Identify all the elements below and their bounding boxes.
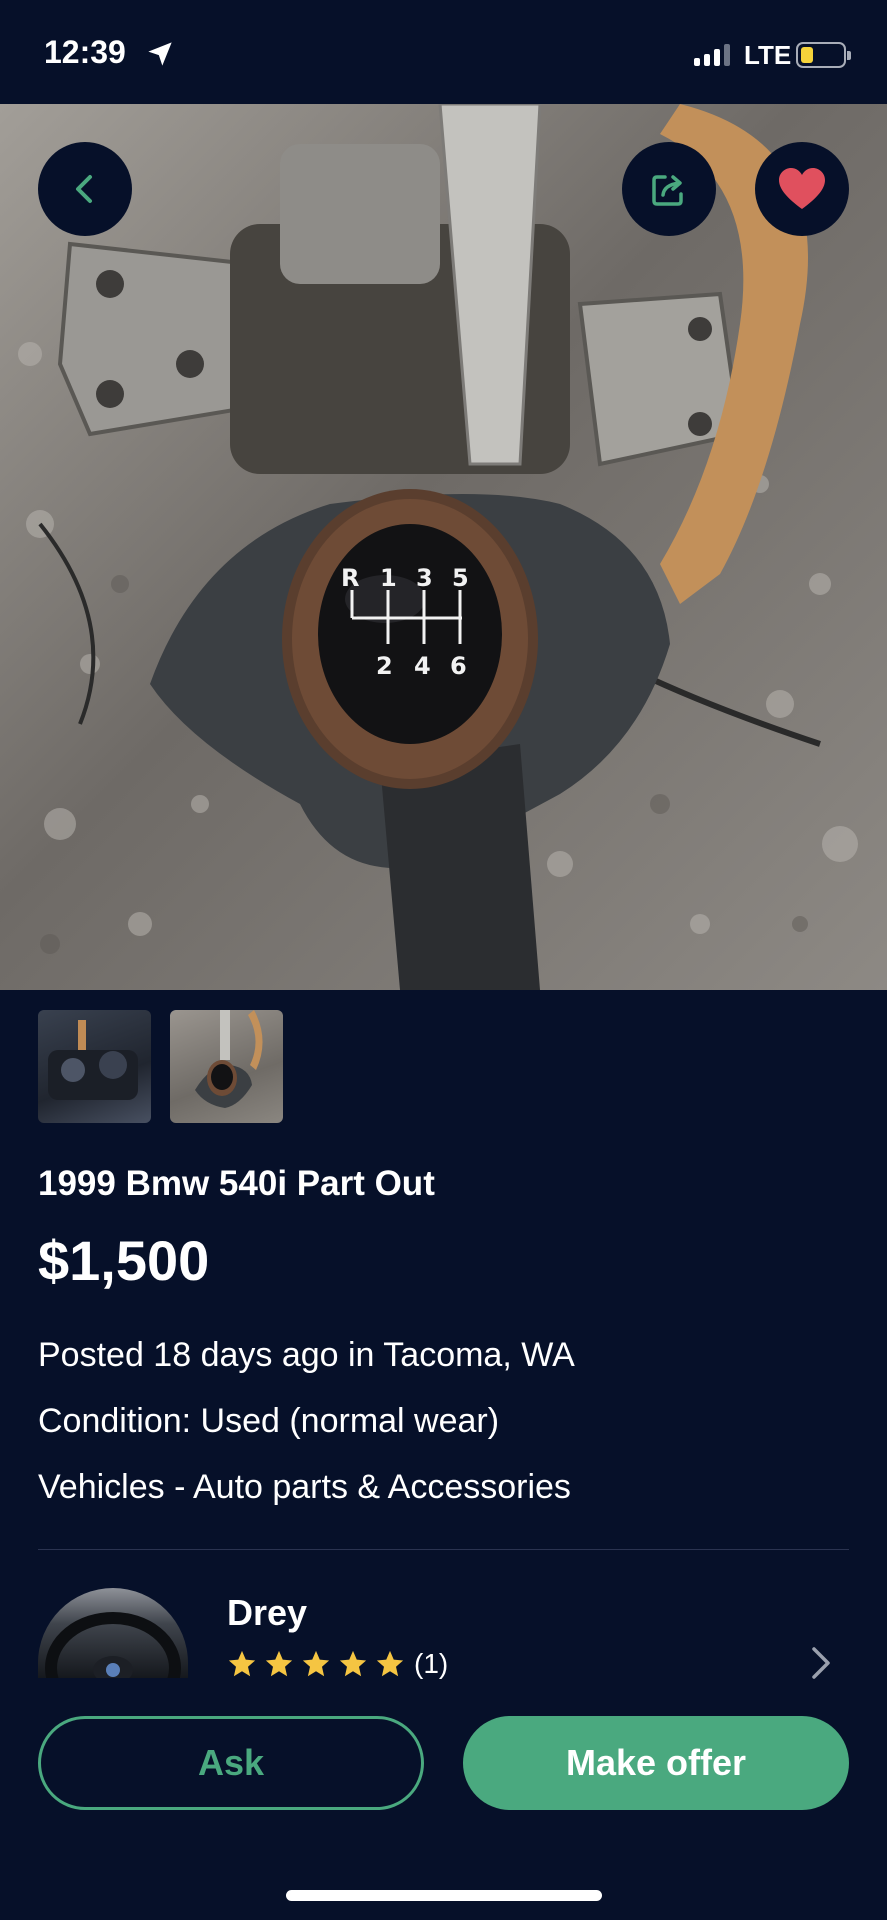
share-icon (652, 175, 683, 206)
share-button[interactable] (622, 142, 716, 236)
star-icon (228, 1650, 256, 1677)
seller-avatar[interactable] (38, 1588, 188, 1678)
listing-main-photo[interactable]: R 1 3 5 2 4 6 (0, 104, 887, 990)
shift-label-r: R (341, 564, 359, 592)
shift-label-4: 4 (414, 652, 431, 680)
shift-label-5: 5 (452, 564, 469, 592)
chevron-right-icon[interactable] (808, 1644, 834, 1682)
star-icon (376, 1650, 404, 1677)
back-button[interactable] (38, 142, 132, 236)
heart-icon (779, 168, 825, 209)
make-offer-button[interactable]: Make offer (463, 1716, 849, 1810)
listing-price: $1,500 (38, 1229, 210, 1292)
listing-title: 1999 Bmw 540i Part Out (38, 1164, 435, 1203)
chevron-left-icon (76, 175, 92, 203)
posted-info: Posted 18 days ago in Tacoma, WA (38, 1336, 575, 1374)
rating-count: (1) (414, 1648, 449, 1679)
section-divider (38, 1549, 849, 1550)
thumbnail-photo-1[interactable] (38, 1010, 151, 1123)
seller-name[interactable]: Drey (227, 1592, 307, 1634)
gear-shifter-photo: R 1 3 5 2 4 6 (18, 104, 858, 990)
battery-icon (796, 42, 851, 68)
shifter-thumbnail-image (195, 1010, 263, 1108)
status-time: 12:39 (44, 34, 126, 70)
star-icon (339, 1650, 367, 1677)
condition-info: Condition: Used (normal wear) (38, 1402, 500, 1440)
location-arrow-icon (148, 42, 172, 66)
shift-label-6: 6 (450, 652, 467, 680)
engine-parts-thumbnail-image (48, 1020, 138, 1100)
home-indicator[interactable] (286, 1890, 602, 1901)
signal-strength-icon (694, 44, 730, 66)
favorite-button[interactable] (755, 142, 849, 236)
network-type: LTE (744, 40, 792, 70)
shift-label-1: 1 (380, 564, 397, 592)
shift-label-2: 2 (376, 652, 393, 680)
seller-rating: (1) (227, 1648, 448, 1680)
star-icon (265, 1650, 293, 1677)
star-icon (302, 1650, 330, 1677)
shift-label-3: 3 (416, 564, 433, 592)
category-info[interactable]: Vehicles - Auto parts & Accessories (38, 1468, 571, 1507)
ask-button[interactable]: Ask (38, 1716, 424, 1810)
thumbnail-photo-2[interactable] (170, 1010, 283, 1123)
steering-wheel-avatar-image (45, 1612, 181, 1678)
status-bar: 12:39 LTE (0, 0, 887, 104)
